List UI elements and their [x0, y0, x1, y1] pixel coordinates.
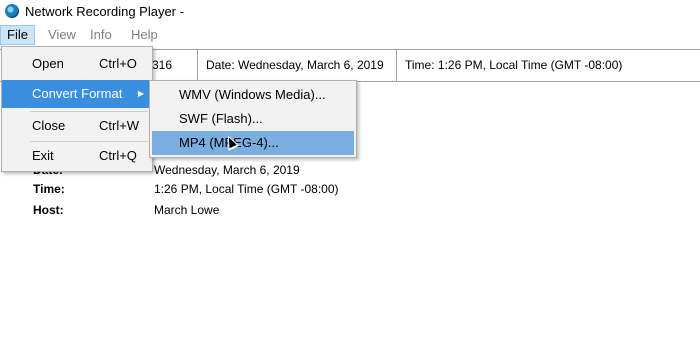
submenu-item-mp4[interactable]: MP4 (MPEG-4)...: [152, 131, 354, 155]
submenu-item-swf-label: SWF (Flash)...: [179, 111, 263, 126]
menu-item-close-label: Close: [32, 118, 66, 133]
file-menu: Open Ctrl+O Convert Format ▶ Close Ctrl+…: [1, 46, 153, 172]
menu-info-label: Info: [90, 27, 112, 42]
title-bar: Network Recording Player -: [0, 0, 700, 24]
submenu-item-swf[interactable]: SWF (Flash)...: [150, 107, 356, 131]
menu-item-close-shortcut: Ctrl+W: [99, 118, 140, 133]
menu-file[interactable]: File: [0, 25, 35, 45]
detail-time-value: 1:26 PM, Local Time (GMT -08:00): [154, 182, 339, 196]
info-time: Time: 1:26 PM, Local Time (GMT -08:00): [396, 50, 622, 81]
detail-date-value: Wednesday, March 6, 2019: [154, 163, 300, 177]
menu-item-exit[interactable]: Exit Ctrl+Q: [2, 142, 152, 170]
menu-view[interactable]: View: [42, 25, 82, 45]
submenu-item-wmv[interactable]: WMV (Windows Media)...: [150, 83, 356, 107]
detail-host-label: Host:: [33, 203, 64, 217]
menu-help-label: Help: [131, 27, 158, 42]
menu-item-convert-format[interactable]: Convert Format ▶: [2, 80, 152, 108]
menu-help[interactable]: Help: [125, 25, 164, 45]
app-icon: [5, 4, 19, 18]
convert-format-submenu: WMV (Windows Media)... SWF (Flash)... MP…: [149, 80, 357, 158]
menu-info[interactable]: Info: [84, 25, 118, 45]
menu-view-label: View: [48, 27, 76, 42]
menu-item-open[interactable]: Open Ctrl+O: [2, 50, 152, 78]
menu-item-open-label: Open: [32, 56, 64, 71]
info-id: 316: [152, 58, 173, 72]
menu-item-open-shortcut: Ctrl+O: [99, 56, 137, 71]
submenu-arrow-icon: ▶: [137, 89, 144, 98]
submenu-item-wmv-label: WMV (Windows Media)...: [179, 87, 326, 102]
menu-file-label: File: [7, 27, 28, 42]
menu-item-exit-shortcut: Ctrl+Q: [99, 148, 137, 163]
menu-bar: File View Info Help: [0, 25, 700, 45]
menu-item-convert-format-label: Convert Format: [32, 86, 123, 101]
menu-item-close[interactable]: Close Ctrl+W: [2, 112, 152, 140]
window-title: Network Recording Player -: [25, 4, 184, 19]
detail-time-label: Time:: [33, 182, 65, 196]
menu-item-exit-label: Exit: [32, 148, 54, 163]
detail-host-value: March Lowe: [154, 203, 220, 217]
info-date: Date: Wednesday, March 6, 2019: [197, 50, 384, 81]
